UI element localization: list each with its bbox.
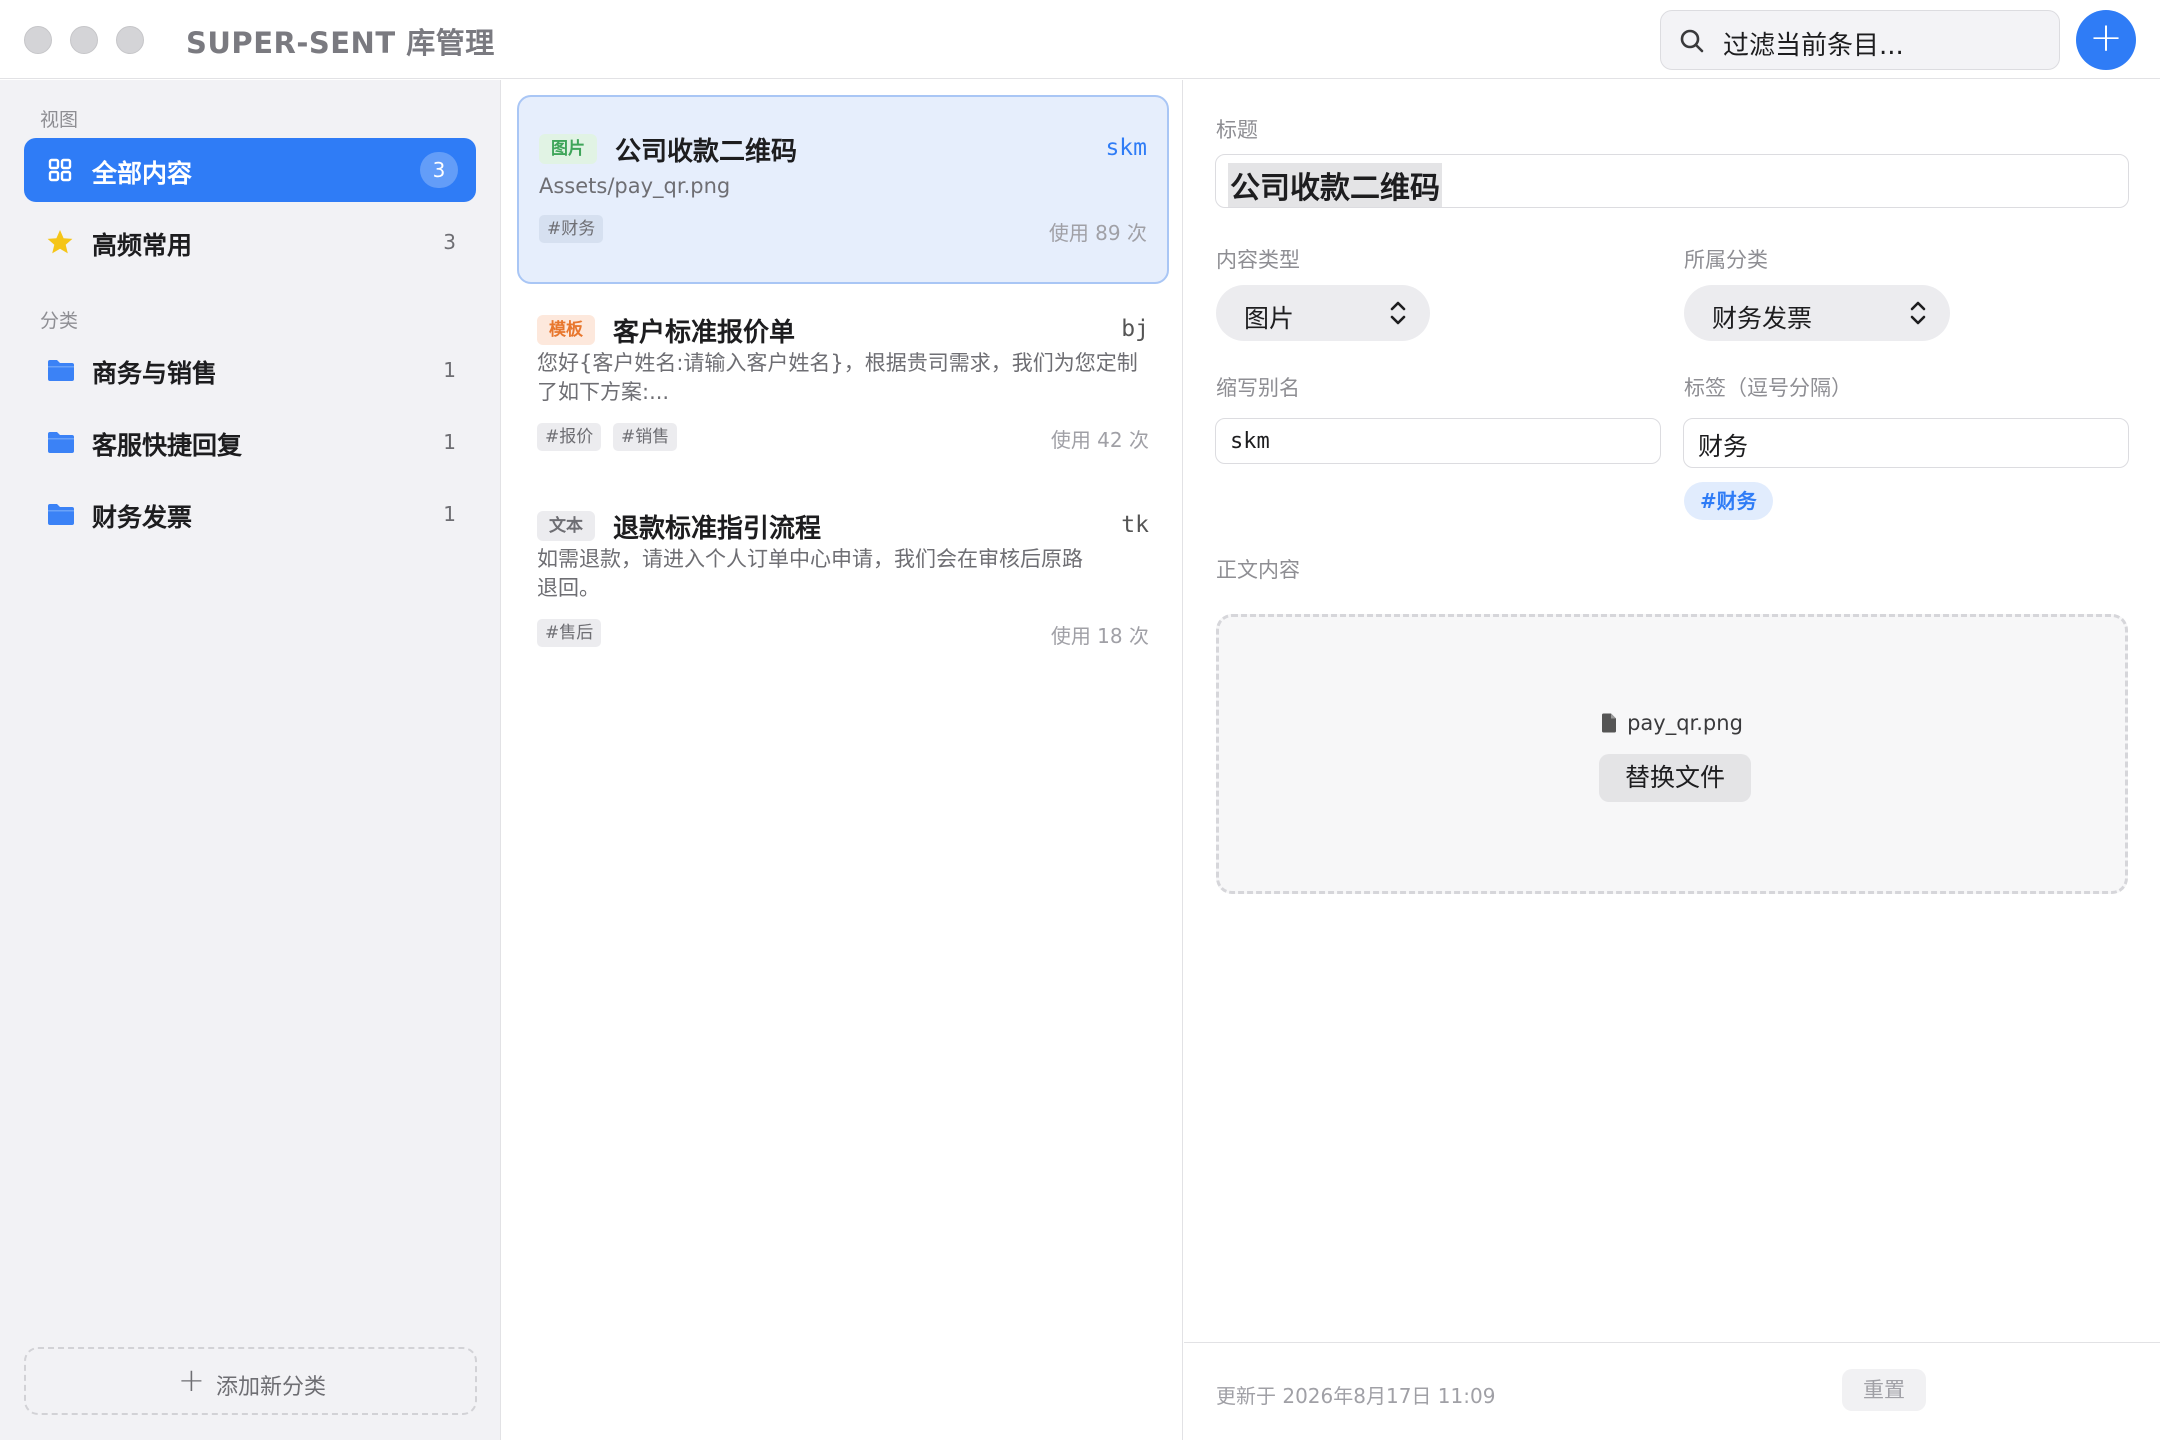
title-field[interactable]: 公司收款二维码 (1215, 154, 2129, 208)
search-input[interactable]: 过滤当前条目... (1660, 10, 2060, 70)
chevron-up-down-icon (1908, 299, 1928, 331)
file-dropzone[interactable]: pay_qr.png 替换文件 (1216, 614, 2128, 894)
entry-desc: 如需退款，请进入个人订单中心申请，我们会在审核后原路退回。 (537, 547, 1083, 600)
entry-tag: #财务 (539, 215, 604, 243)
folder-icon (46, 500, 74, 528)
content-type-value: 图片 (1244, 304, 1295, 333)
sidebar-item-count: 3 (420, 152, 458, 188)
entry-card[interactable]: 文本 退款标准指引流程 tk 如需退款，请进入个人订单中心申请，我们会在审核后原… (517, 491, 1169, 661)
entry-desc: 您好{客户姓名:请输入客户姓名}，根据贵司需求，我们为您定制了如下方案:... (537, 351, 1138, 404)
file-info: pay_qr.png (1219, 711, 2125, 735)
categories-section-label: 分类 (40, 310, 79, 332)
tags-label: 标签（逗号分隔） (1684, 376, 1852, 400)
abbr-label: 缩写别名 (1216, 376, 1300, 400)
sidebar-item-label: 客服快捷回复 (92, 431, 243, 460)
chevron-up-down-icon (1388, 299, 1408, 331)
content-type-label: 内容类型 (1216, 248, 1300, 272)
sidebar-item-frequent[interactable]: 高频常用 3 (24, 210, 476, 274)
type-badge: 模板 (537, 315, 595, 345)
sidebar-item-count: 1 (443, 502, 456, 526)
abbr-field-value: skm (1230, 429, 1270, 454)
sidebar-item-all[interactable]: 全部内容 3 (24, 138, 476, 202)
entry-card[interactable]: 模板 客户标准报价单 bj 您好{客户姓名:请输入客户姓名}，根据贵司需求，我们… (517, 295, 1169, 465)
window-minimize-button[interactable] (70, 26, 98, 54)
folder-icon (46, 428, 74, 456)
type-badge: 图片 (539, 134, 597, 164)
file-icon (1602, 713, 1617, 733)
title-field-label: 标题 (1216, 118, 1258, 142)
entry-tag: #销售 (613, 423, 678, 451)
add-category-label: 添加新分类 (216, 1375, 327, 1400)
plus-icon: + (178, 1361, 205, 1399)
entry-usage: 使用 42 次 (1050, 428, 1149, 452)
abbr-field[interactable]: skm (1215, 418, 1661, 464)
category-label: 所属分类 (1684, 248, 1768, 272)
entry-usage: 使用 18 次 (1050, 624, 1149, 648)
detail-panel: 标题 公司收款二维码 内容类型 图片 所属分类 财务发票 缩写别名 skm 标签… (1184, 80, 2160, 1440)
star-icon (46, 228, 74, 256)
category-value: 财务发票 (1712, 304, 1813, 333)
tag-preview-chip: #财务 (1684, 482, 1773, 520)
entry-abbr: tk (1121, 512, 1149, 538)
sidebar-item-business-sales[interactable]: 商务与销售 1 (24, 338, 476, 402)
entry-card[interactable]: 图片 公司收款二维码 skm Assets/pay_qr.png #财务 使用 … (517, 95, 1169, 284)
file-name: pay_qr.png (1627, 711, 1743, 735)
replace-file-button[interactable]: 替换文件 (1599, 754, 1751, 802)
search-placeholder: 过滤当前条目... (1723, 31, 1904, 61)
grid-icon (46, 156, 74, 184)
entry-tag: #售后 (537, 619, 602, 647)
window-close-button[interactable] (24, 26, 52, 54)
content-type-select[interactable]: 图片 (1216, 285, 1430, 341)
title-field-value: 公司收款二维码 (1228, 163, 1442, 207)
entry-list: 图片 公司收款二维码 skm Assets/pay_qr.png #财务 使用 … (502, 80, 1183, 1440)
views-section-label: 视图 (40, 109, 79, 131)
sidebar-item-label: 高频常用 (92, 231, 193, 260)
category-select[interactable]: 财务发票 (1684, 285, 1950, 341)
sidebar-item-label: 商务与销售 (92, 359, 218, 388)
window-zoom-button[interactable] (116, 26, 144, 54)
search-icon (1679, 28, 1705, 58)
entry-title: 公司收款二维码 (615, 137, 798, 167)
sidebar: 视图 全部内容 3 高频常用 3 分类 商务与销售 1 客服快捷回复 1 财务发… (0, 80, 501, 1440)
entry-desc: Assets/pay_qr.png (539, 174, 731, 198)
sidebar-item-count: 1 (443, 358, 456, 382)
folder-icon (46, 356, 74, 384)
add-category-button[interactable]: + 添加新分类 (24, 1347, 477, 1415)
footer-divider (1184, 1342, 2160, 1343)
body-label: 正文内容 (1216, 558, 1300, 582)
entry-tag: #报价 (537, 423, 602, 451)
app-title: SUPER-SENT 库管理 (186, 26, 495, 60)
reset-button[interactable]: 重置 (1842, 1369, 1926, 1411)
type-badge: 文本 (537, 511, 595, 541)
sidebar-item-finance-invoice[interactable]: 财务发票 1 (24, 482, 476, 546)
sidebar-item-count: 3 (443, 230, 456, 254)
entry-abbr: bj (1121, 316, 1149, 342)
entry-title: 退款标准指引流程 (613, 514, 822, 544)
plus-icon: + (2089, 15, 2123, 61)
tags-field-value: 财务 (1698, 432, 1749, 461)
tags-field[interactable]: 财务 (1683, 418, 2129, 468)
sidebar-item-customer-service[interactable]: 客服快捷回复 1 (24, 410, 476, 474)
updated-timestamp: 更新于 2026年8月17日 11:09 (1216, 1384, 1496, 1408)
sidebar-item-label: 全部内容 (92, 159, 193, 188)
entry-abbr: skm (1105, 135, 1147, 161)
sidebar-item-label: 财务发票 (92, 503, 193, 532)
entry-title: 客户标准报价单 (613, 318, 796, 348)
title-bar: SUPER-SENT 库管理 过滤当前条目... + (0, 0, 2160, 79)
sidebar-item-count: 1 (443, 430, 456, 454)
entry-usage: 使用 89 次 (1048, 221, 1147, 245)
add-entry-button[interactable]: + (2076, 10, 2136, 70)
